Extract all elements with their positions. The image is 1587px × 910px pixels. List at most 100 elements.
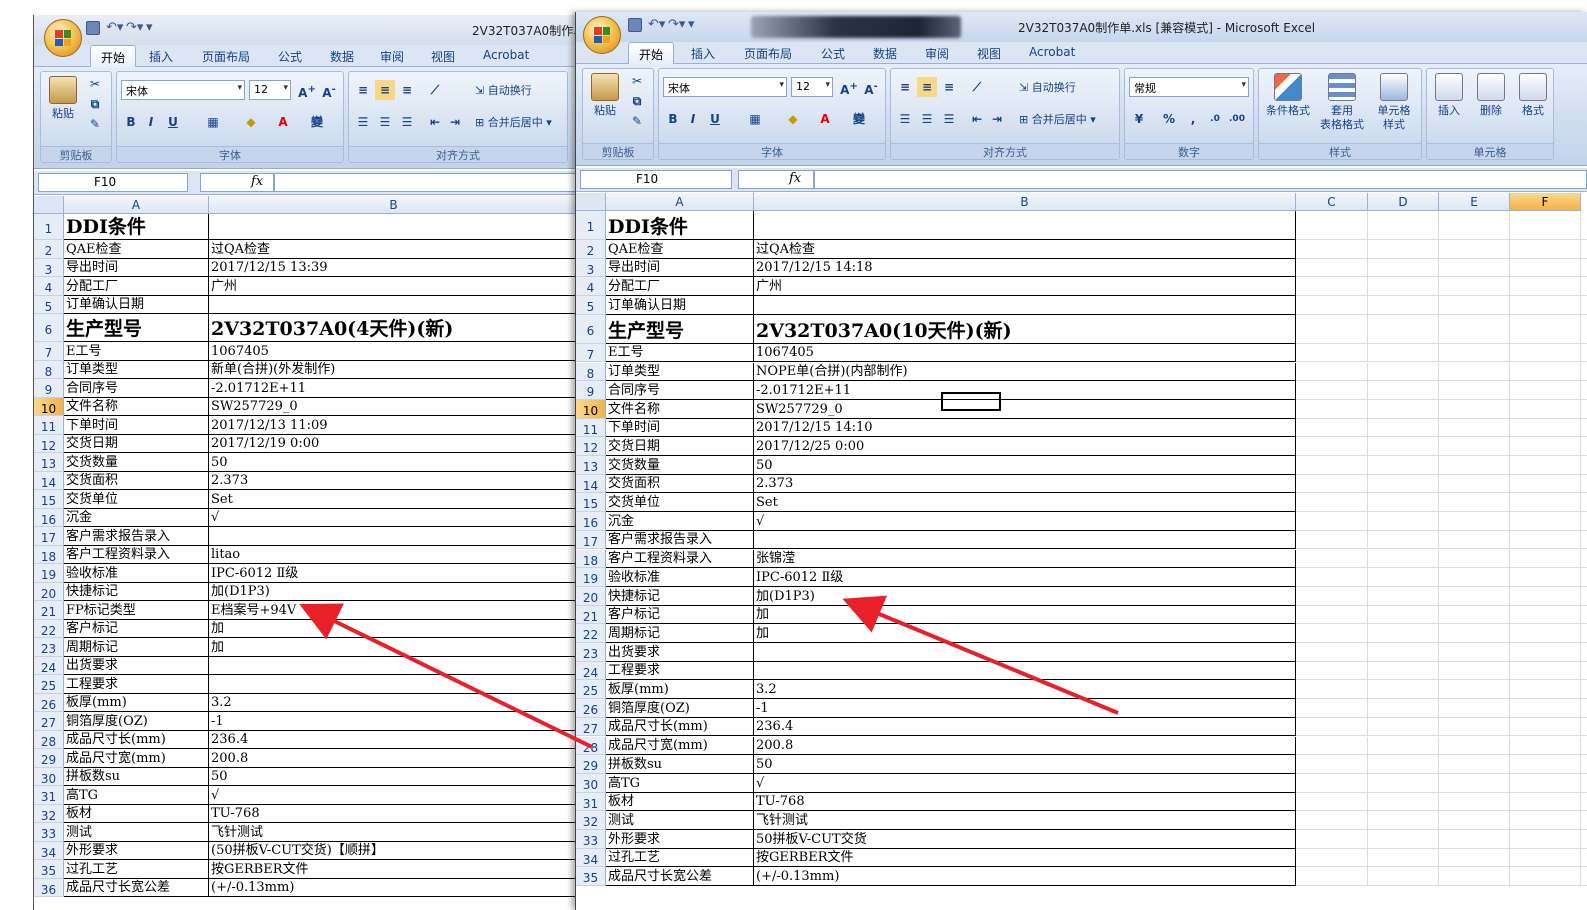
grid-cell[interactable] bbox=[1439, 240, 1510, 259]
wrap-text-button[interactable]: ⇲ 自动换行 bbox=[475, 84, 532, 98]
cell-b[interactable]: 过QA检查 bbox=[754, 240, 1296, 259]
cell-a[interactable]: DDI条件 bbox=[606, 211, 754, 240]
grid-cell[interactable] bbox=[1368, 381, 1439, 400]
cell-b[interactable]: 过QA检查 bbox=[209, 240, 579, 259]
align-bottom-icon[interactable]: ≡ bbox=[397, 80, 417, 100]
grid-cell[interactable] bbox=[1581, 830, 1587, 849]
cut-icon[interactable]: ✂ bbox=[627, 71, 647, 91]
cell-b[interactable]: 2017/12/13 11:09 bbox=[209, 416, 579, 435]
cell-b[interactable]: 50拼板V-CUT交货 bbox=[754, 830, 1296, 849]
cell-b[interactable]: -2.01712E+11 bbox=[754, 381, 1296, 400]
grid-cell[interactable] bbox=[1368, 512, 1439, 531]
cell-a[interactable]: 工程要求 bbox=[606, 661, 754, 681]
row-header[interactable]: 24 bbox=[576, 661, 606, 681]
cell-a[interactable]: 交货单位 bbox=[606, 493, 754, 513]
row-header[interactable]: 3 bbox=[576, 258, 606, 278]
row-header[interactable]: 8 bbox=[576, 362, 606, 382]
cell-a[interactable]: 客户工程资料录入 bbox=[606, 549, 754, 569]
cell-b[interactable]: -2.01712E+11 bbox=[209, 379, 579, 398]
format-as-table-button[interactable]: 套用 表格格式 bbox=[1317, 73, 1367, 132]
grid-cell[interactable] bbox=[1581, 240, 1587, 259]
tab-data[interactable]: 数据 bbox=[330, 48, 354, 65]
cell-b[interactable]: 按GERBER文件 bbox=[209, 860, 579, 879]
cell-b[interactable]: 2V32T037A0(10天件)(新) bbox=[754, 314, 1296, 344]
delete-cells-button[interactable]: 删除 bbox=[1471, 73, 1511, 118]
redo-icon[interactable]: ↷▾ bbox=[126, 21, 143, 35]
cell-a[interactable]: 出货要求 bbox=[606, 643, 754, 662]
grid-cell[interactable] bbox=[1439, 792, 1510, 812]
cell-b[interactable]: (+/-0.13mm) bbox=[754, 867, 1296, 887]
cell-b[interactable]: 飞针测试 bbox=[209, 823, 579, 842]
grid-cell[interactable] bbox=[1296, 755, 1368, 774]
worksheet-grid[interactable]: A B 1 DDI条件 2 QAE检查 过QA检查 3 导出时间 2017/12/15 13:39… bbox=[34, 196, 585, 910]
cell-a[interactable]: DDI条件 bbox=[64, 214, 209, 240]
row-header[interactable]: 24 bbox=[34, 656, 64, 675]
grid-cell[interactable] bbox=[1368, 811, 1439, 830]
cell-b[interactable]: 236.4 bbox=[209, 730, 579, 749]
font-color-icon[interactable]: A bbox=[815, 109, 835, 129]
grid-cell[interactable] bbox=[1510, 343, 1581, 363]
redo-icon[interactable]: ↷▾ bbox=[668, 18, 685, 32]
grid-cell[interactable] bbox=[1368, 530, 1439, 550]
tab-review[interactable]: 审阅 bbox=[380, 48, 404, 65]
decrease-indent-icon[interactable]: ⇤ bbox=[967, 109, 987, 129]
grid-cell[interactable] bbox=[1510, 240, 1581, 259]
cell-a[interactable]: 拼板数su bbox=[64, 767, 209, 786]
column-header-a[interactable]: A bbox=[606, 193, 754, 211]
insert-cells-button[interactable]: 插入 bbox=[1429, 73, 1469, 118]
grid-cell[interactable] bbox=[1581, 363, 1587, 382]
grid-cell[interactable] bbox=[1510, 699, 1581, 718]
font-color-icon[interactable]: A bbox=[273, 112, 293, 132]
cell-b[interactable]: 50 bbox=[209, 453, 579, 472]
row-header[interactable]: 9 bbox=[576, 381, 606, 400]
cell-styles-button[interactable]: 单元格 样式 bbox=[1369, 73, 1419, 132]
grid-cell[interactable] bbox=[1510, 418, 1581, 438]
row-header[interactable]: 25 bbox=[34, 675, 64, 694]
cell-a[interactable]: 快捷标记 bbox=[64, 582, 209, 601]
grid-cell[interactable] bbox=[1581, 867, 1587, 887]
grid-cell[interactable] bbox=[1439, 362, 1510, 382]
cell-a[interactable]: 交货日期 bbox=[606, 437, 754, 456]
grid-cell[interactable] bbox=[1439, 549, 1510, 569]
increase-indent-icon[interactable]: ⇥ bbox=[445, 112, 465, 132]
cell-b[interactable]: 50 bbox=[754, 456, 1296, 475]
borders-icon[interactable]: ▦ bbox=[745, 109, 765, 129]
align-middle-icon[interactable]: ≡ bbox=[917, 77, 937, 97]
row-header[interactable]: 29 bbox=[34, 749, 64, 768]
cell-b[interactable]: 新单(合拼)(外发制作) bbox=[209, 360, 579, 379]
row-header[interactable]: 34 bbox=[34, 841, 64, 860]
grid-cell[interactable] bbox=[1368, 605, 1439, 625]
row-header[interactable]: 18 bbox=[576, 549, 606, 569]
cell-b[interactable] bbox=[209, 295, 579, 314]
cell-a[interactable]: 外形要求 bbox=[606, 830, 754, 849]
grid-cell[interactable] bbox=[1439, 437, 1510, 456]
grid-cell[interactable] bbox=[1296, 811, 1368, 830]
tab-data[interactable]: 数据 bbox=[873, 45, 897, 62]
phonetic-icon[interactable]: 變 bbox=[849, 109, 869, 129]
grid-cell[interactable] bbox=[1581, 512, 1587, 531]
tab-formulas[interactable]: 公式 bbox=[821, 45, 845, 62]
cell-b[interactable]: 张锦滢 bbox=[754, 549, 1296, 569]
grid-cell[interactable] bbox=[1439, 867, 1510, 887]
cell-a[interactable]: 订单类型 bbox=[606, 362, 754, 382]
cell-a[interactable]: 成品尺寸宽(mm) bbox=[606, 736, 754, 756]
row-header[interactable]: 32 bbox=[576, 811, 606, 830]
cell-a[interactable]: 周期标记 bbox=[64, 638, 209, 657]
cell-a[interactable]: 交货数量 bbox=[64, 453, 209, 472]
align-right-icon[interactable]: ☰ bbox=[397, 112, 417, 132]
cell-b[interactable]: TU-768 bbox=[209, 804, 579, 823]
cell-b[interactable]: 50 bbox=[209, 767, 579, 786]
grid-cell[interactable] bbox=[1296, 211, 1368, 240]
cell-b[interactable]: 加 bbox=[754, 605, 1296, 625]
grid-cell[interactable] bbox=[1581, 344, 1587, 363]
cell-b[interactable]: Set bbox=[754, 493, 1296, 513]
grid-cell[interactable] bbox=[1296, 399, 1368, 419]
cell-b[interactable]: 按GERBER文件 bbox=[754, 848, 1296, 868]
grid-cell[interactable] bbox=[1296, 437, 1368, 456]
row-header[interactable]: 25 bbox=[576, 680, 606, 700]
select-all-corner[interactable] bbox=[576, 193, 606, 211]
cell-b[interactable]: SW257729_0 bbox=[209, 397, 579, 416]
grid-cell[interactable] bbox=[1581, 774, 1587, 793]
cell-b[interactable]: 50 bbox=[754, 755, 1296, 774]
cell-b[interactable]: √ bbox=[754, 773, 1296, 793]
